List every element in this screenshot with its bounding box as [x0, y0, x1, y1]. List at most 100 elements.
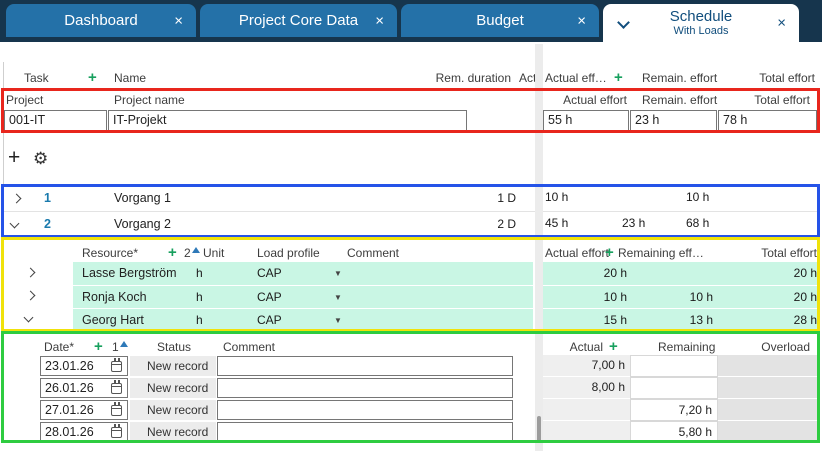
- comment-field[interactable]: [217, 422, 513, 442]
- add-task-button[interactable]: +: [8, 147, 20, 168]
- task-number[interactable]: 1: [44, 191, 51, 205]
- resource-name[interactable]: Ronja Koch: [82, 290, 147, 304]
- chevron-down-icon[interactable]: [24, 313, 34, 323]
- booking-col-date[interactable]: Date*: [44, 340, 74, 354]
- remaining-cell[interactable]: 7,20 h: [630, 399, 718, 421]
- status-cell[interactable]: New record: [130, 356, 216, 376]
- actual-cell[interactable]: 8,00 h: [543, 377, 630, 399]
- column-header-total-effort[interactable]: Total effort: [730, 71, 815, 85]
- resource-name[interactable]: Georg Hart: [82, 313, 144, 327]
- dropdown-arrow-icon[interactable]: ▼: [334, 293, 342, 302]
- resource-total: 20 h: [742, 266, 817, 280]
- resource-total: 20 h: [742, 290, 817, 304]
- overload-cell: [718, 399, 817, 421]
- booking-col-status[interactable]: Status: [157, 340, 191, 354]
- sort-up-icon[interactable]: [192, 247, 200, 253]
- status-cell[interactable]: New record: [130, 400, 216, 420]
- project-remain-effort-field[interactable]: 23 h: [630, 110, 717, 131]
- project-id-field[interactable]: 001-IT: [4, 110, 107, 131]
- close-icon[interactable]: ×: [577, 13, 586, 28]
- add-resource-icon[interactable]: +: [168, 245, 177, 260]
- close-icon[interactable]: ×: [174, 13, 183, 28]
- overload-cell: [718, 377, 817, 399]
- project-col-project-name: Project name: [114, 93, 185, 107]
- actual-cell[interactable]: [543, 421, 630, 443]
- calendar-icon[interactable]: [111, 361, 122, 372]
- actual-cell[interactable]: [543, 399, 630, 421]
- column-header-remain-effort[interactable]: Remain. effort: [642, 71, 717, 85]
- sort-up-icon[interactable]: [120, 341, 128, 347]
- remaining-cell[interactable]: [630, 377, 718, 399]
- dropdown-arrow-icon[interactable]: ▼: [334, 269, 342, 278]
- calendar-icon[interactable]: [111, 427, 122, 438]
- chevron-right-icon[interactable]: [12, 194, 22, 204]
- gear-icon[interactable]: ⚙: [33, 150, 48, 167]
- resource-col-remaining[interactable]: Remaining eff…: [618, 246, 704, 260]
- chevron-down-icon[interactable]: [617, 16, 630, 29]
- resource-unit: h: [196, 266, 203, 280]
- column-header-name[interactable]: Name: [114, 71, 146, 85]
- booking-col-actual[interactable]: Actual: [545, 340, 603, 354]
- status-cell[interactable]: New record: [130, 378, 216, 398]
- actual-cell[interactable]: 7,00 h: [543, 355, 630, 377]
- tab-project-core-data[interactable]: Project Core Data ×: [200, 4, 397, 37]
- task-rem-duration: 1 D: [460, 191, 516, 205]
- pane-splitter[interactable]: [535, 44, 543, 451]
- resource-col-unit[interactable]: Unit: [203, 246, 224, 260]
- task-name[interactable]: Vorgang 1: [114, 191, 171, 205]
- add-actual-icon[interactable]: +: [609, 339, 618, 354]
- add-booking-icon[interactable]: +: [94, 339, 103, 354]
- resource-col-load-profile[interactable]: Load profile: [257, 246, 320, 260]
- comment-field[interactable]: [217, 378, 513, 398]
- status-cell[interactable]: New record: [130, 422, 216, 442]
- project-name-field[interactable]: IT-Projekt: [108, 110, 467, 131]
- sort-indicator[interactable]: 2: [184, 246, 191, 260]
- scrollbar-thumb[interactable]: [537, 416, 541, 442]
- resource-load-profile[interactable]: CAP: [257, 290, 282, 304]
- tab-title: Schedule: [670, 8, 733, 25]
- task-rem-duration: 2 D: [460, 217, 516, 231]
- calendar-icon[interactable]: [111, 405, 122, 416]
- comment-field[interactable]: [217, 356, 513, 376]
- resource-col-actual[interactable]: Actual effort: [545, 246, 609, 260]
- booking-col-remaining[interactable]: Remaining: [658, 340, 715, 354]
- add-effort-icon[interactable]: +: [605, 245, 614, 260]
- task-total-effort: 10 h: [686, 190, 709, 204]
- chevron-right-icon[interactable]: [26, 291, 36, 301]
- add-column-icon[interactable]: +: [614, 70, 623, 85]
- dropdown-arrow-icon[interactable]: ▼: [334, 316, 342, 325]
- task-number[interactable]: 2: [44, 217, 51, 231]
- resource-load-profile[interactable]: CAP: [257, 313, 282, 327]
- booking-col-overload[interactable]: Overload: [730, 340, 810, 354]
- tab-dashboard[interactable]: Dashboard ×: [6, 4, 196, 37]
- resource-col-total[interactable]: Total effort: [735, 246, 817, 260]
- calendar-icon[interactable]: [111, 383, 122, 394]
- resource-col-comment[interactable]: Comment: [347, 246, 399, 260]
- resource-name[interactable]: Lasse Bergström: [82, 266, 176, 280]
- column-header-actual-eff[interactable]: Actual eff…: [545, 71, 607, 85]
- app-window: Dashboard × Project Core Data × Budget ×…: [0, 0, 822, 451]
- remaining-cell[interactable]: 5,80 h: [630, 421, 718, 443]
- resource-col-resource[interactable]: Resource*: [82, 246, 138, 260]
- tab-budget[interactable]: Budget ×: [401, 4, 599, 37]
- project-total-effort-field[interactable]: 78 h: [718, 110, 817, 131]
- comment-field[interactable]: [217, 400, 513, 420]
- column-header-rem-duration[interactable]: Rem. duration: [410, 71, 511, 85]
- project-actual-effort-field[interactable]: 55 h: [543, 110, 629, 131]
- tab-schedule[interactable]: Schedule With Loads ×: [603, 4, 799, 42]
- task-name[interactable]: Vorgang 2: [114, 217, 171, 231]
- remaining-cell[interactable]: [630, 355, 718, 377]
- add-column-icon[interactable]: +: [88, 70, 97, 85]
- sort-indicator[interactable]: 1: [112, 340, 119, 354]
- booking-col-comment[interactable]: Comment: [223, 340, 275, 354]
- close-icon[interactable]: ×: [777, 16, 786, 31]
- column-header-task[interactable]: Task: [24, 71, 49, 85]
- resource-load-profile[interactable]: CAP: [257, 266, 282, 280]
- project-col-actual: Actual effort: [545, 93, 627, 107]
- tab-label: Schedule With Loads: [670, 8, 733, 38]
- chevron-down-icon[interactable]: [10, 219, 20, 229]
- resource-remaining: 10 h: [640, 290, 713, 304]
- close-icon[interactable]: ×: [375, 13, 384, 28]
- resource-unit: h: [196, 290, 203, 304]
- chevron-right-icon[interactable]: [26, 268, 36, 278]
